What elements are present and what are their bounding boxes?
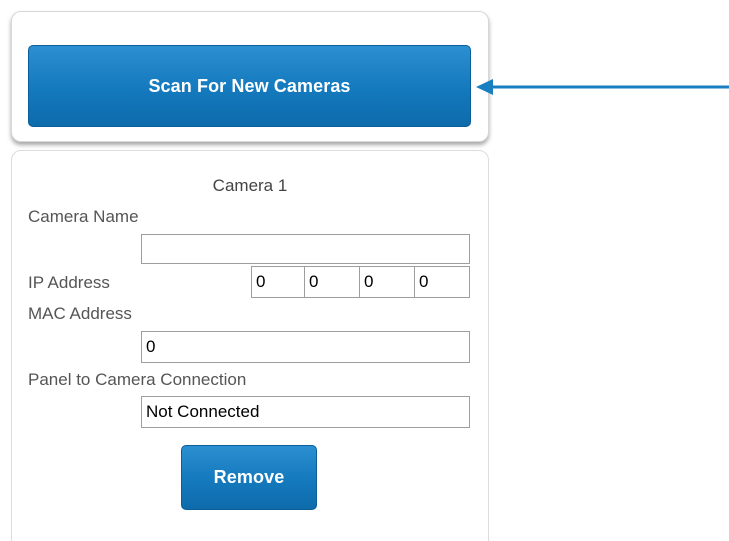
camera-name-label: Camera Name [28, 207, 139, 226]
scan-panel: Scan For New Cameras [11, 11, 489, 142]
pointer-arrow-icon [476, 79, 729, 95]
camera-settings-page: Scan For New Cameras Camera 1 Camera Nam… [0, 0, 729, 541]
connection-label: Panel to Camera Connection [28, 370, 247, 389]
ip-octet-2-input[interactable] [304, 266, 360, 298]
connection-status-field [141, 396, 470, 428]
ip-octet-1-input[interactable] [251, 266, 305, 298]
ip-address-label: IP Address [28, 273, 110, 292]
scan-for-new-cameras-button[interactable]: Scan For New Cameras [28, 45, 471, 127]
camera-title: Camera 1 [212, 176, 288, 195]
mac-address-input[interactable] [141, 331, 470, 363]
remove-camera-button[interactable]: Remove [181, 445, 317, 510]
ip-octet-3-input[interactable] [359, 266, 415, 298]
camera-name-input[interactable] [141, 234, 470, 264]
mac-address-label: MAC Address [28, 304, 132, 323]
ip-octet-4-input[interactable] [414, 266, 470, 298]
